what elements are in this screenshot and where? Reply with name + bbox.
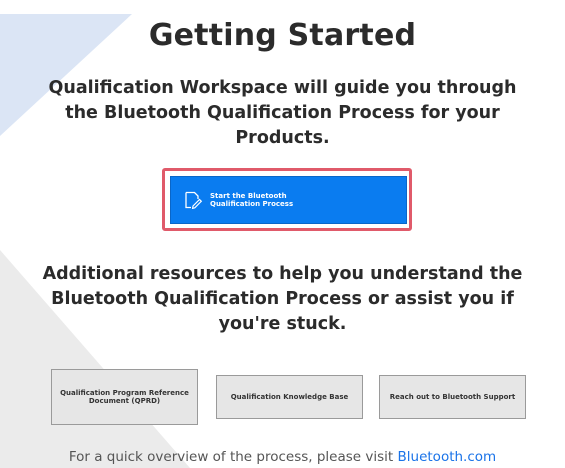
bluetooth-com-link[interactable]: Bluetooth.com: [398, 449, 497, 465]
knowledge-base-button-label: Qualification Knowledge Base: [230, 393, 349, 401]
resources-text: Additional resources to help you underst…: [42, 264, 523, 334]
qprd-button[interactable]: Qualification Program Reference Document…: [51, 369, 198, 425]
knowledge-base-button[interactable]: Qualification Knowledge Base: [216, 375, 363, 419]
start-qualification-button[interactable]: Start the Bluetooth Qualification Proces…: [170, 176, 407, 224]
main-content: Getting Started Qualification Workspace …: [0, 0, 565, 468]
support-button[interactable]: Reach out to Bluetooth Support: [379, 375, 526, 419]
footer-message: For a quick overview of the process, ple…: [68, 449, 394, 465]
intro-text: Qualification Workspace will guide you t…: [48, 78, 517, 148]
support-button-label: Reach out to Bluetooth Support: [389, 393, 516, 401]
page-title: Getting Started: [148, 18, 417, 53]
edit-document-icon: [182, 189, 204, 211]
qprd-button-label: Qualification Program Reference Document…: [60, 389, 189, 405]
start-button-label: Start the Bluetooth Qualification Proces…: [210, 192, 294, 208]
footer-text: For a quick overview of the process, ple…: [0, 449, 565, 465]
